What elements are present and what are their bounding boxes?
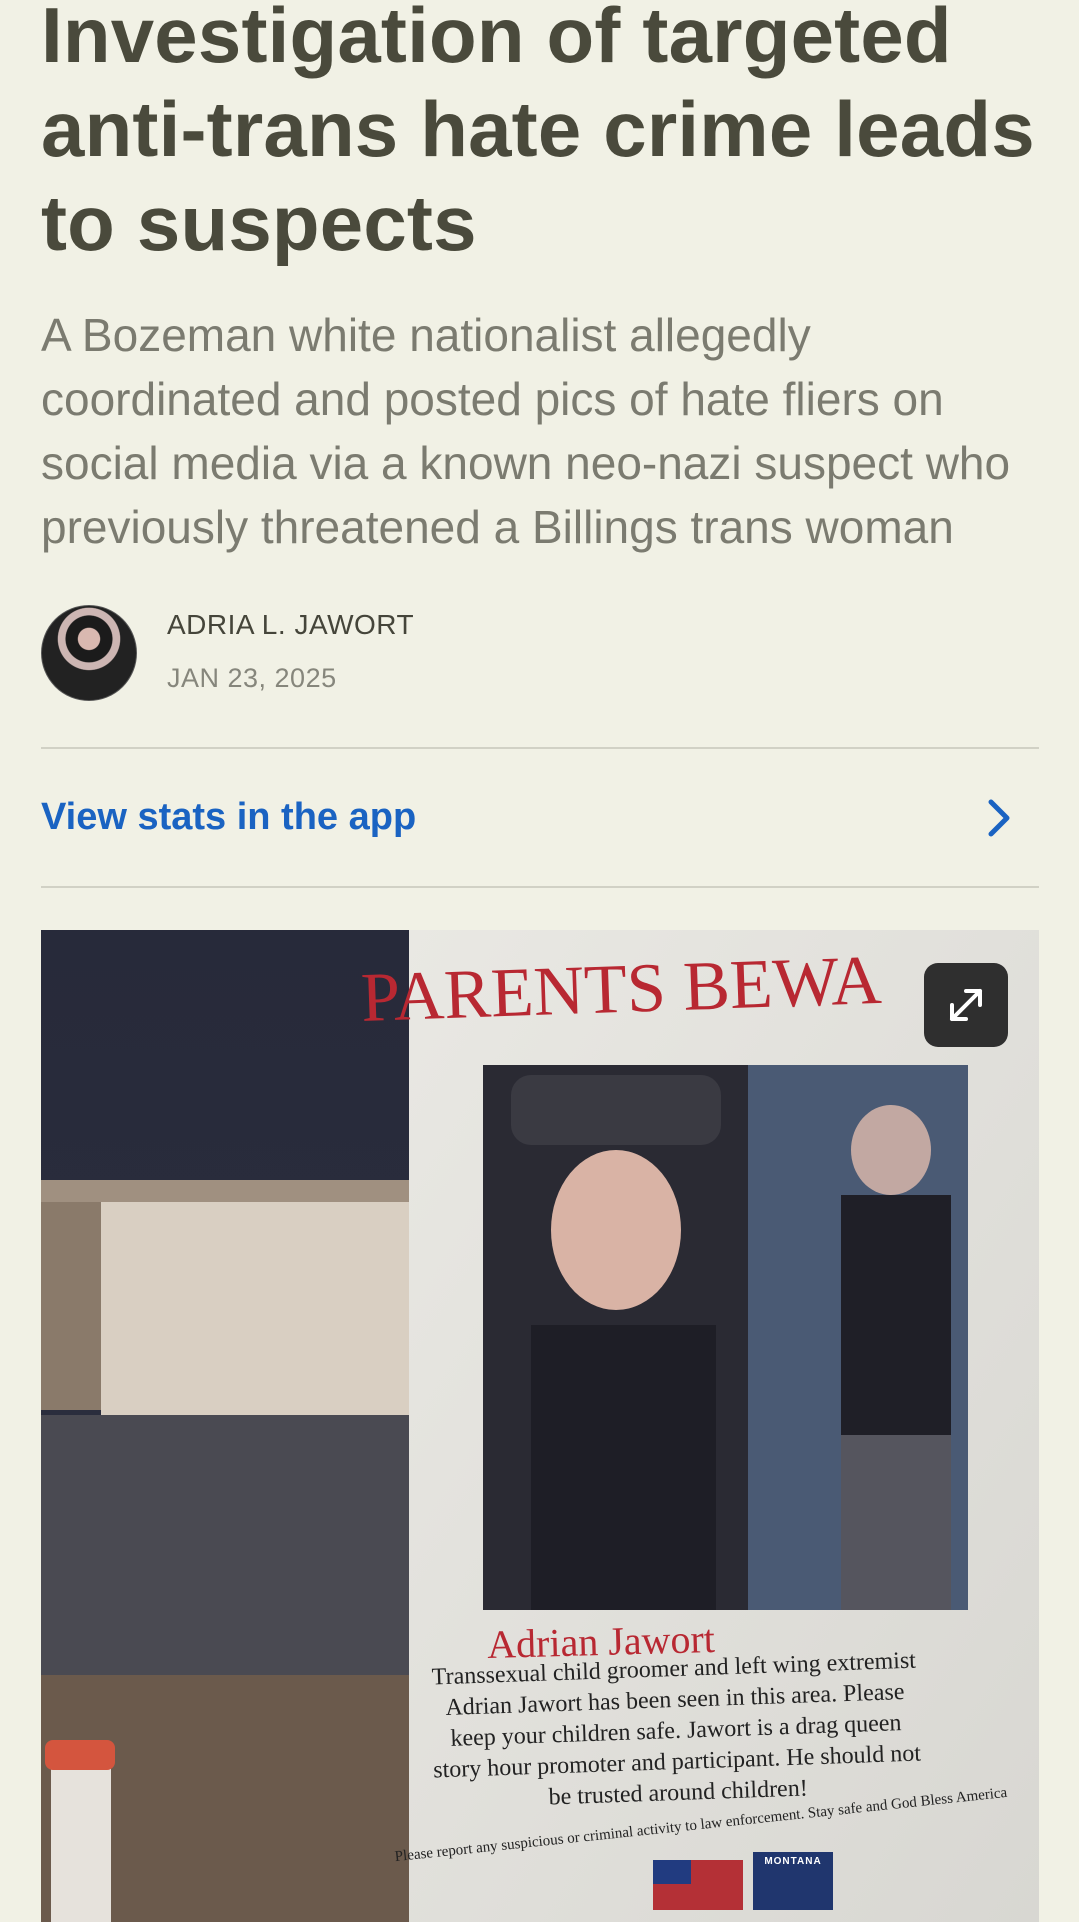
author-name[interactable]: ADRIA L. JAWORT	[167, 609, 414, 641]
montana-badge: MONTANA	[764, 1856, 822, 1867]
byline: ADRIA L. JAWORT JAN 23, 2025	[41, 605, 1041, 701]
expand-image-button[interactable]	[924, 963, 1008, 1047]
publish-date: JAN 23, 2025	[167, 663, 337, 693]
expand-icon	[950, 989, 982, 1021]
article-photo[interactable]: PARENTS BEWA Adrian Jawort Transsexual c…	[41, 930, 1039, 1922]
author-avatar[interactable]	[41, 605, 137, 701]
chevron-right-icon	[988, 799, 1010, 836]
view-stats-label: View stats in the app	[41, 796, 417, 838]
view-stats-link[interactable]: View stats in the app	[41, 750, 1039, 885]
article-subtitle: A Bozeman white nationalist allegedly co…	[41, 309, 1011, 553]
flyer-body-text: Transsexual child groomer and left wing …	[431, 1647, 922, 1811]
divider-bottom	[41, 886, 1039, 888]
article-title: Investigation of targeted anti-trans hat…	[41, 0, 1035, 267]
divider-top	[41, 747, 1039, 749]
